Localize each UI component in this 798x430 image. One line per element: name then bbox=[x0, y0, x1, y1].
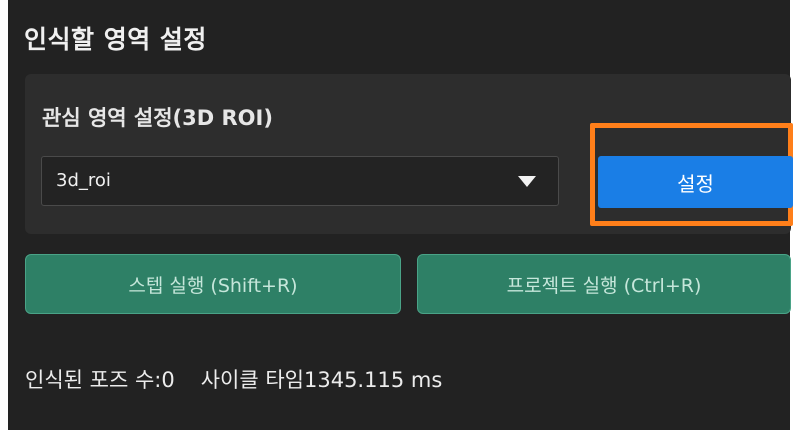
caret-down-icon[interactable] bbox=[518, 176, 536, 187]
roi-select[interactable]: 3d_roi bbox=[41, 156, 559, 206]
section-title: 인식할 영역 설정 bbox=[24, 25, 207, 54]
roi-group-label: 관심 영역 설정(3D ROI) bbox=[42, 106, 273, 130]
step-run-button[interactable]: 스텝 실행 (Shift+R) bbox=[25, 254, 401, 314]
cycle-time: 사이클 타임1345.115 ms bbox=[200, 368, 443, 392]
recognized-poses-count: 인식된 포즈 수:0 bbox=[25, 368, 175, 392]
status-bar: 인식된 포즈 수:0 사이클 타임1345.115 ms bbox=[25, 364, 442, 394]
roi-select-value: 3d_roi bbox=[56, 170, 111, 191]
set-roi-button[interactable]: 설정 bbox=[598, 156, 793, 208]
roi-settings-group: 관심 영역 설정(3D ROI) 3d_roi 설정 bbox=[25, 74, 793, 234]
recognition-area-panel: 인식할 영역 설정 관심 영역 설정(3D ROI) 3d_roi 설정 스텝 … bbox=[8, 0, 793, 430]
project-run-button[interactable]: 프로젝트 실행 (Ctrl+R) bbox=[417, 254, 791, 314]
